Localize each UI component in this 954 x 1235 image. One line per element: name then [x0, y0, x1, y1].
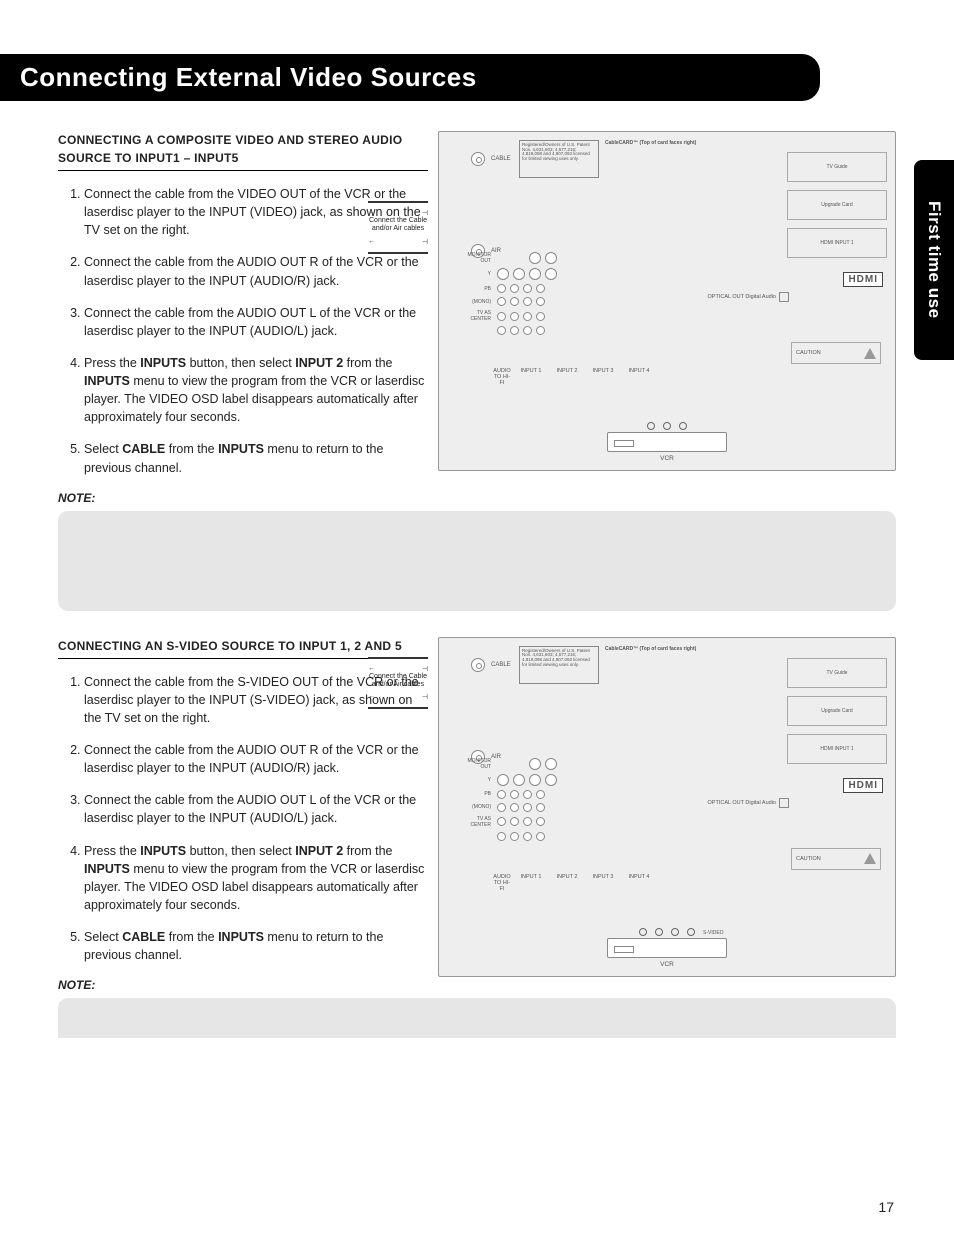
optical-out: OPTICAL OUT Digital Audio	[708, 292, 789, 302]
cable-label: CABLE	[491, 156, 511, 162]
step: Connect the cable from the AUDIO OUT L o…	[84, 791, 428, 827]
section2-steps: Connect the cable from the S-VIDEO OUT o…	[58, 673, 428, 965]
step: Connect the cable from the AUDIO OUT L o…	[84, 304, 428, 340]
warning-triangle-icon	[864, 348, 876, 359]
step: Select CABLE from the INPUTS menu to ret…	[84, 440, 428, 476]
vcr-device: VCR	[607, 432, 727, 462]
step: Select CABLE from the INPUTS menu to ret…	[84, 928, 428, 964]
caution-box: CAUTION	[791, 848, 881, 870]
warning-triangle-icon	[864, 853, 876, 864]
upgrade-slot: Upgrade Card	[787, 190, 887, 220]
vcr-device: VCR	[607, 938, 727, 968]
step: Connect the cable from the AUDIO OUT R o…	[84, 741, 428, 777]
cable-label: CABLE	[491, 662, 511, 668]
cable-coax-icon	[471, 152, 485, 166]
section-composite: CONNECTING A COMPOSITE VIDEO AND STEREO …	[58, 131, 896, 505]
page-title-bar: Connecting External Video Sources	[0, 54, 820, 101]
right-slots: TV Guide Upgrade Card HDMI INPUT 1	[787, 658, 887, 772]
jack-grid: MONITOR OUT Y PB (MONO) TV AS CENTER	[461, 758, 557, 845]
rear-panel-diagram-svideo: CABLE Registered/Owners of U.S. Patent N…	[438, 637, 896, 977]
plug-icons	[647, 422, 687, 430]
tvguide-slot: TV Guide	[787, 152, 887, 182]
jack-icon	[545, 252, 557, 264]
rear-panel-diagram-composite: CABLE Registered/Owners of U.S. Patent N…	[438, 131, 896, 471]
right-slots: TV Guide Upgrade Card HDMI INPUT 1	[787, 152, 887, 266]
hdmi-slot: HDMI INPUT 1	[787, 734, 887, 764]
hdmi-logo: HDMI	[843, 272, 883, 287]
step: Press the INPUTS button, then select INP…	[84, 842, 428, 915]
caution-box: CAUTION	[791, 342, 881, 364]
cablecard-label: CableCARD™ (Top of card faces right)	[605, 646, 696, 652]
input-col-labels: AUDIO TO HI-FI INPUT 1 INPUT 2 INPUT 3 I…	[493, 368, 655, 386]
page-number: 17	[878, 1199, 894, 1215]
step: Press the INPUTS button, then select INP…	[84, 354, 428, 427]
input-col-labels: AUDIO TO HI-FI INPUT 1 INPUT 2 INPUT 3 I…	[493, 874, 655, 892]
cable-coax-icon	[471, 658, 485, 672]
note-label: NOTE:	[58, 978, 428, 992]
note-box-2	[58, 998, 896, 1038]
patent-box: Registered/Owners of U.S. Patent Nos. 4,…	[519, 140, 599, 178]
jack-icon	[529, 252, 541, 264]
optical-out: OPTICAL OUT Digital Audio	[708, 798, 789, 808]
cablecard-label: CableCARD™ (Top of card faces right)	[605, 140, 696, 146]
antenna-callout: ←⊣ Connect the Cable and/or Air cables ←…	[368, 633, 428, 716]
patent-box: Registered/Owners of U.S. Patent Nos. 4,…	[519, 646, 599, 684]
section-svideo: CONNECTING AN S-VIDEO SOURCE TO INPUT 1,…	[58, 637, 896, 993]
upgrade-slot: Upgrade Card	[787, 696, 887, 726]
jack-grid: MONITOR OUT Y PB (MONO) TV AS CENTER	[461, 252, 557, 339]
vcr-icon	[607, 432, 727, 452]
tvguide-slot: TV Guide	[787, 658, 887, 688]
hdmi-logo: HDMI	[843, 778, 883, 793]
side-tab-label: First time use	[924, 201, 944, 319]
vcr-icon	[607, 938, 727, 958]
page-title: Connecting External Video Sources	[20, 62, 477, 92]
svideo-plug-label: S-VIDEO	[703, 930, 724, 936]
hdmi-slot: HDMI INPUT 1	[787, 228, 887, 258]
side-tab: First time use	[914, 160, 954, 360]
note-label: NOTE:	[58, 491, 428, 505]
plug-icons	[639, 928, 695, 936]
note-box-1	[58, 511, 896, 611]
antenna-callout: ←⊣ Connect the Cable and/or Air cables ←…	[368, 151, 428, 260]
